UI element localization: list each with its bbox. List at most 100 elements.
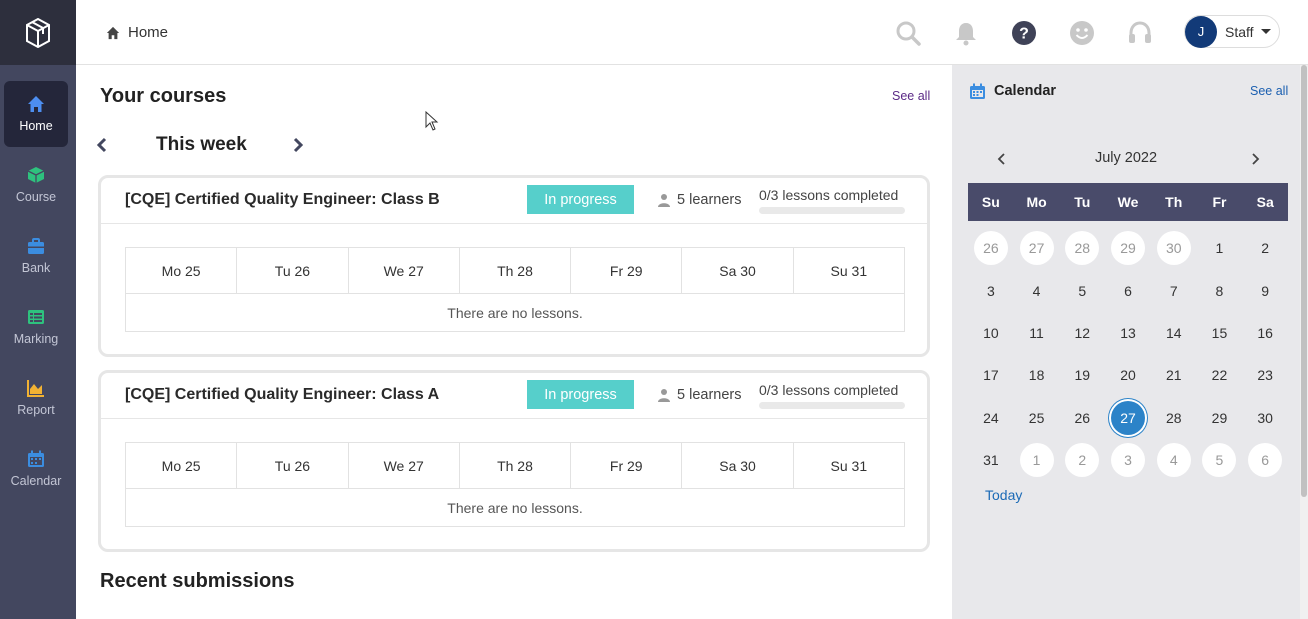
calendar-day-number: 5 — [1078, 282, 1087, 299]
breadcrumb[interactable]: Home — [106, 24, 168, 41]
scrollbar-thumb[interactable] — [1301, 65, 1307, 497]
weekday-label: Sa — [1256, 194, 1274, 210]
course-title[interactable]: [CQE] Certified Quality Engineer: Class … — [125, 191, 440, 209]
calendar-day[interactable]: 2 — [1242, 227, 1288, 269]
calendar-week-row: 3 4 5 6 7 8 9 — [968, 269, 1288, 311]
calendar-day[interactable]: 29 — [1197, 397, 1243, 439]
user-menu[interactable]: J Staff — [1184, 15, 1280, 48]
calendar-day[interactable]: 11 — [1014, 312, 1060, 354]
day-column-header: Th 28 — [460, 248, 572, 293]
empty-lessons-message: There are no lessons. — [447, 304, 583, 321]
calendar-day[interactable]: 1 — [1197, 227, 1243, 269]
nav-item-report[interactable]: Report — [4, 365, 68, 431]
calendar-day-number: 26 — [1074, 409, 1091, 426]
calendar-day[interactable]: 17 — [968, 354, 1014, 396]
help-icon[interactable]: ? — [1011, 20, 1037, 46]
toolbox-icon — [28, 238, 44, 254]
calendar-day[interactable]: 22 — [1197, 354, 1243, 396]
calendar-day[interactable]: 4 — [1014, 269, 1060, 311]
calendar-day[interactable]: 30 — [1151, 227, 1197, 269]
day-column-header: Tu 26 — [237, 248, 349, 293]
nav-item-marking[interactable]: Marking — [4, 294, 68, 360]
headset-icon[interactable] — [1127, 20, 1153, 46]
day-column-header: We 27 — [349, 443, 460, 488]
learners-label: 5 learners — [677, 192, 742, 208]
progress-label: 0/3 lessons completed — [759, 187, 899, 203]
top-bar: Home ? J Staff — [76, 0, 1308, 65]
calendar-day-number: 2 — [1065, 443, 1100, 478]
calendar-day[interactable]: 28 — [1059, 227, 1105, 269]
calendar-day-number: 5 — [1202, 443, 1237, 478]
nav-item-home[interactable]: Home — [4, 81, 68, 147]
calendar-day[interactable]: 13 — [1105, 312, 1151, 354]
calendar-see-all-link[interactable]: See all — [1250, 84, 1288, 98]
calendar-day-number: 29 — [1211, 409, 1228, 426]
calendar-month-label: July 2022 — [1094, 150, 1158, 166]
calendar-day[interactable]: 15 — [1197, 312, 1243, 354]
nav-item-label: Marking — [13, 332, 59, 346]
calendar-day-number: 12 — [1074, 324, 1091, 341]
day-column-header: Mo 25 — [126, 248, 238, 293]
calendar-day[interactable]: 5 — [1059, 269, 1105, 311]
courses-see-all-link[interactable]: See all — [892, 89, 930, 103]
today-link[interactable]: Today — [985, 487, 1022, 503]
calendar-day[interactable]: 4 — [1151, 439, 1197, 481]
course-card-header: [CQE] Certified Quality Engineer: Class … — [101, 178, 927, 224]
chevron-right-icon[interactable] — [292, 137, 304, 153]
course-card[interactable]: [CQE] Certified Quality Engineer: Class … — [98, 370, 930, 552]
calendar-day[interactable]: 12 — [1059, 312, 1105, 354]
calendar-day[interactable]: 9 — [1242, 269, 1288, 311]
calendar-day[interactable]: 5 — [1197, 439, 1243, 481]
calendar-day[interactable]: 18 — [1014, 354, 1060, 396]
calendar-day[interactable]: 7 — [1151, 269, 1197, 311]
chevron-left-icon[interactable] — [96, 137, 108, 153]
calendar-day[interactable]: 2 — [1059, 439, 1105, 481]
app-logo[interactable] — [0, 0, 76, 65]
calendar-day-number: 29 — [1111, 231, 1146, 266]
nav-item-course[interactable]: Course — [4, 152, 68, 218]
course-card[interactable]: [CQE] Certified Quality Engineer: Class … — [98, 175, 930, 357]
nav-item-calendar[interactable]: Calendar — [4, 436, 68, 502]
course-title[interactable]: [CQE] Certified Quality Engineer: Class … — [125, 386, 439, 404]
calendar-day[interactable]: 6 — [1105, 269, 1151, 311]
marking-icon — [28, 310, 44, 324]
progress-bar — [759, 207, 905, 214]
calendar-day[interactable]: 28 — [1151, 397, 1197, 439]
calendar-week-row: 31 1 2 3 4 5 6 — [968, 439, 1288, 481]
calendar-day[interactable]: 27 — [1014, 227, 1060, 269]
calendar-day[interactable]: 30 — [1242, 397, 1288, 439]
calendar-day[interactable]: 6 — [1242, 439, 1288, 481]
calendar-day[interactable]: 20 — [1105, 354, 1151, 396]
user-icon — [658, 194, 670, 207]
calendar-day-today[interactable]: 27 — [1105, 397, 1151, 439]
calendar-day-number: 23 — [1257, 367, 1273, 384]
calendar-day[interactable]: 14 — [1151, 312, 1197, 354]
calendar-day[interactable]: 29 — [1105, 227, 1151, 269]
calendar-day[interactable]: 3 — [968, 269, 1014, 311]
calendar-day[interactable]: 25 — [1014, 397, 1060, 439]
weekday-label: We — [1117, 194, 1139, 210]
calendar-day[interactable]: 10 — [968, 312, 1014, 354]
calendar-day-number: 14 — [1165, 324, 1182, 341]
calendar-day[interactable]: 3 — [1105, 439, 1151, 481]
calendar-day[interactable]: 8 — [1197, 269, 1243, 311]
calendar-day-number: 26 — [973, 231, 1008, 266]
calendar-day[interactable]: 24 — [968, 397, 1014, 439]
calendar-day[interactable]: 1 — [1014, 439, 1060, 481]
calendar-day[interactable]: 31 — [968, 439, 1014, 481]
calendar-day[interactable]: 23 — [1242, 354, 1288, 396]
calendar-day-number: 1 — [1215, 240, 1224, 257]
smiley-icon[interactable] — [1069, 20, 1095, 46]
nav-item-bank[interactable]: Bank — [4, 223, 68, 289]
calendar-day-number: 7 — [1169, 282, 1178, 299]
bell-icon[interactable] — [953, 20, 979, 46]
calendar-day[interactable]: 26 — [968, 227, 1014, 269]
search-icon[interactable] — [895, 20, 921, 46]
calendar-day[interactable]: 21 — [1151, 354, 1197, 396]
calendar-day[interactable]: 16 — [1242, 312, 1288, 354]
calendar-day[interactable]: 26 — [1059, 397, 1105, 439]
calendar-day[interactable]: 19 — [1059, 354, 1105, 396]
chevron-right-icon[interactable] — [1250, 153, 1260, 165]
calendar-day-number: 28 — [1065, 231, 1100, 266]
breadcrumb-label: Home — [128, 24, 169, 41]
